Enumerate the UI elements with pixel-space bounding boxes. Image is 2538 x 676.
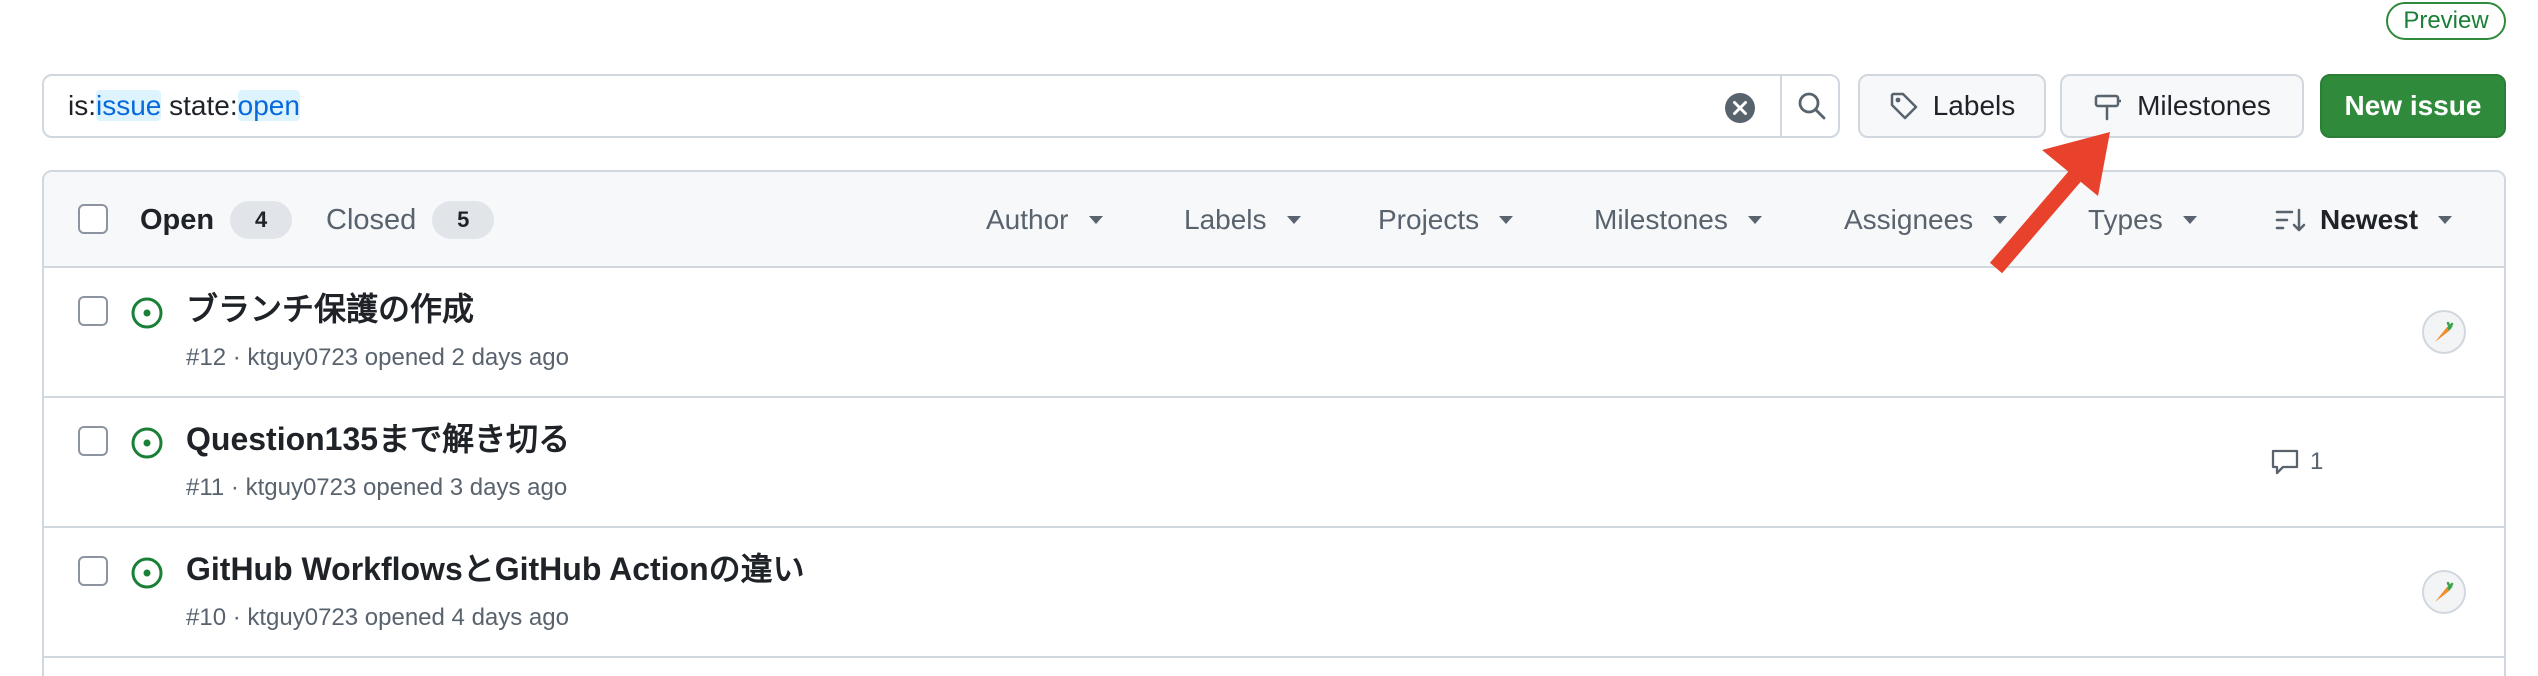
issue-checkbox[interactable]: [78, 426, 108, 456]
closed-count-badge: 5: [432, 201, 495, 239]
issues-toolbar: is:issue state:open Labels Milestones Ne…: [42, 74, 2506, 138]
filter-projects[interactable]: Projects: [1378, 200, 1514, 240]
labels-button-label: Labels: [1932, 90, 2016, 121]
select-all-checkbox[interactable]: [78, 204, 108, 234]
chevron-down-icon: [1088, 216, 1103, 224]
clear-icon[interactable]: [1724, 92, 1756, 124]
comment-count-value: 1: [2310, 448, 2324, 475]
filter-milestones[interactable]: Milestones: [1594, 200, 1762, 240]
issue-row[interactable]: ブランチ保護の作成 #12 · ktguy0723 opened 2 days …: [44, 268, 2504, 398]
new-issue-button[interactable]: New issue: [2320, 74, 2506, 138]
filter-types-label: Types: [2088, 204, 2163, 235]
open-count-badge: 4: [230, 201, 293, 239]
search-query[interactable]: is:issue state:open: [44, 90, 1838, 122]
milestones-button[interactable]: Milestones: [2060, 74, 2304, 138]
issue-row[interactable]: Question135まで解き切る #11 · ktguy0723 opened…: [44, 398, 2504, 528]
issue-open-icon: [131, 557, 163, 589]
carrot-avatar-icon[interactable]: [2422, 310, 2466, 354]
search-button[interactable]: [1780, 74, 1842, 138]
chevron-down-icon: [1747, 216, 1762, 224]
milestones-button-label: Milestones: [2137, 90, 2271, 121]
issues-list-header: Open 4 Closed 5 Author Labels Projects M…: [44, 172, 2504, 268]
filter-author[interactable]: Author: [986, 200, 1103, 240]
search-icon: [1798, 92, 1826, 120]
issue-title[interactable]: ブランチ保護の作成: [186, 284, 474, 330]
filter-milestones-label: Milestones: [1594, 204, 1728, 235]
tab-closed[interactable]: Closed 5: [326, 200, 495, 240]
carrot-avatar-icon[interactable]: [2422, 570, 2466, 614]
filter-projects-label: Projects: [1378, 204, 1480, 235]
filter-author-label: Author: [986, 204, 1069, 235]
labels-button[interactable]: Labels: [1858, 74, 2046, 138]
chevron-down-icon: [1499, 216, 1514, 224]
issue-meta: #12 · ktguy0723 opened 2 days ago: [186, 344, 569, 371]
comment-count[interactable]: 1: [2270, 448, 2323, 476]
chevron-down-icon: [1286, 216, 1301, 224]
sort-icon: [2275, 208, 2306, 232]
filter-types[interactable]: Types: [2088, 200, 2197, 240]
issue-checkbox[interactable]: [78, 296, 108, 326]
tab-closed-label: Closed: [326, 203, 417, 236]
filter-labels[interactable]: Labels: [1184, 200, 1301, 240]
issue-open-icon: [131, 427, 163, 459]
filter-assignees-label: Assignees: [1844, 204, 1974, 235]
issue-title[interactable]: GitHub WorkflowsとGitHub Actionの違い: [186, 544, 805, 590]
chevron-down-icon: [1993, 216, 2008, 224]
issue-open-icon: [131, 297, 163, 329]
tag-icon: [1890, 92, 1917, 120]
tab-open[interactable]: Open 4: [140, 200, 293, 240]
issue-checkbox[interactable]: [78, 556, 108, 586]
tab-open-label: Open: [140, 203, 215, 236]
sort-label: Newest: [2320, 204, 2419, 235]
search-input[interactable]: is:issue state:open: [42, 74, 1840, 138]
issue-title[interactable]: Question135まで解き切る: [186, 414, 570, 460]
issue-row[interactable]: GitHub WorkflowsとGitHub Actionの違い #10 · …: [44, 528, 2504, 658]
filter-assignees[interactable]: Assignees: [1844, 200, 2008, 240]
comment-icon: [2271, 449, 2299, 475]
preview-badge[interactable]: Preview: [2386, 2, 2506, 40]
issues-list: Open 4 Closed 5 Author Labels Projects M…: [42, 170, 2506, 676]
milestone-icon: [2094, 94, 2122, 121]
issue-meta: #11 · ktguy0723 opened 3 days ago: [186, 474, 568, 501]
chevron-down-icon: [2438, 216, 2453, 224]
sort-dropdown[interactable]: Newest: [2274, 200, 2453, 240]
chevron-down-icon: [2182, 216, 2197, 224]
issue-meta: #10 · ktguy0723 opened 4 days ago: [186, 604, 569, 631]
filter-labels-label: Labels: [1184, 204, 1267, 235]
